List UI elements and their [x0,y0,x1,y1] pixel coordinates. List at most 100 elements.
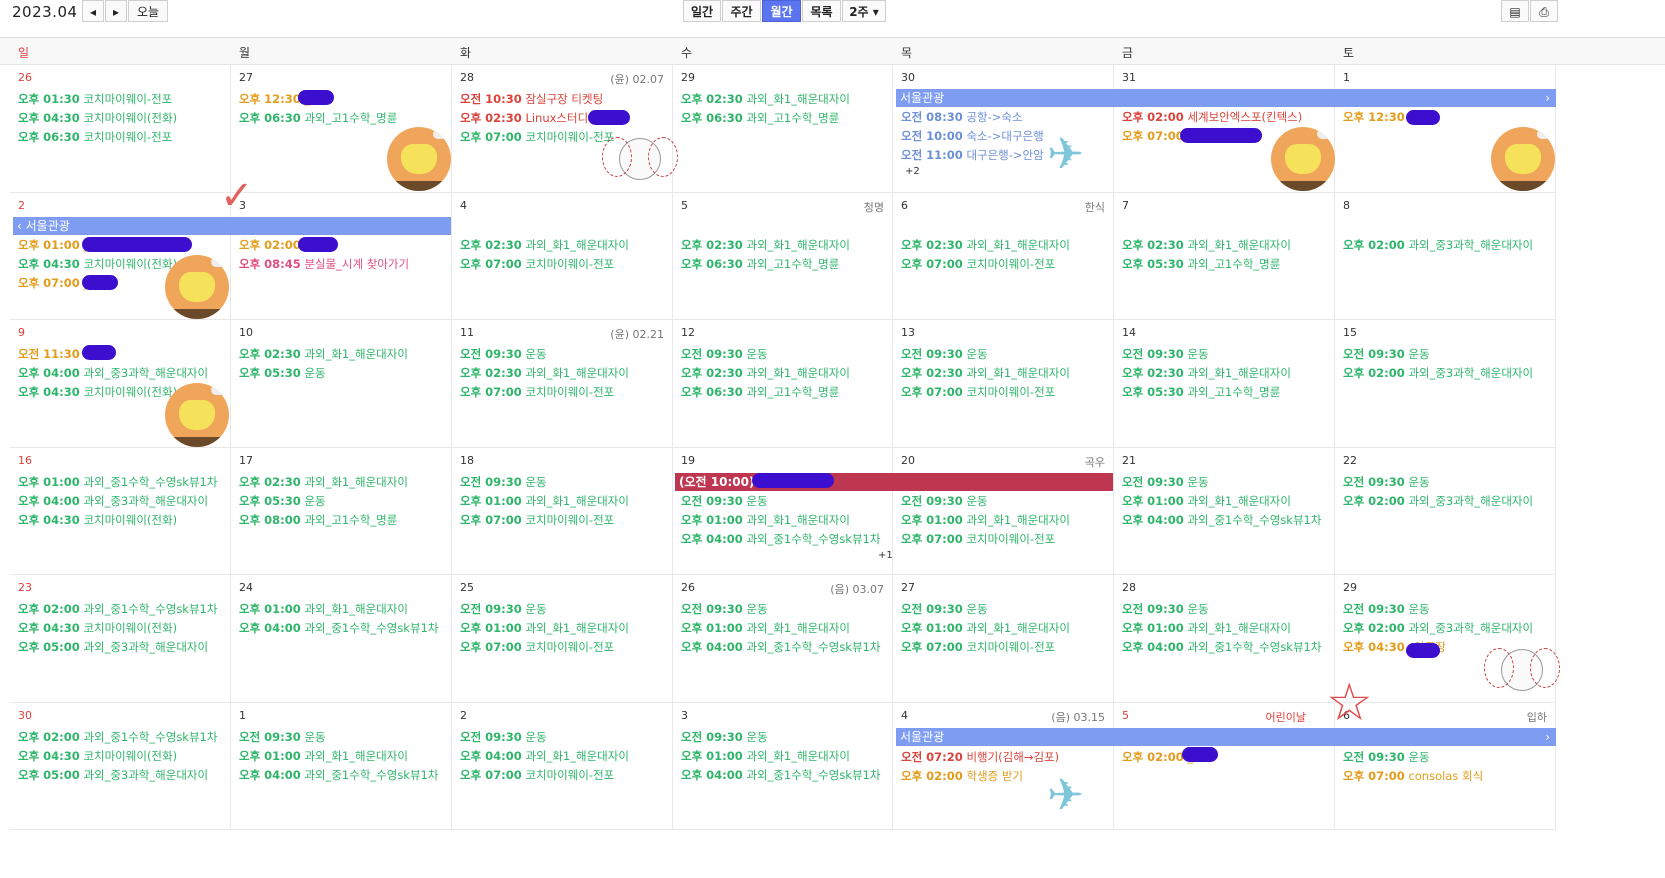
event-item[interactable]: 오후 02:30 과외_화1_해운대자이 [460,365,629,381]
event-item[interactable]: 오후 04:00 과외_중1수학_수영sk뷰1차 [681,531,880,547]
event-item[interactable]: 오후 02:30 과외_화1_해운대자이 [460,237,629,253]
event-item[interactable]: 오후 01:00 과외_화1_해운대자이 [460,493,629,509]
view-tab-4[interactable]: 목록 [802,0,841,22]
day-cell[interactable]: 3오후 02:00 야구오후 08:45 분실물_시계 찾아가기 [231,193,452,320]
event-item[interactable]: 오후 02:00 과외_중3과학_해운대자이 [1343,365,1533,381]
day-cell[interactable]: 25 오전 09:30 운동 오후 01:00 과외_화1_해운대자이 오후 07:0… [452,575,673,703]
event-item[interactable]: 오후 02:30 과외_화1_해운대자이 [681,237,850,253]
event-item[interactable]: 오후 01:00 과외_중1수학_수영sk뷰1차 [18,474,217,490]
event-item[interactable]: 오후 01:00 과외_화1_해운대자이 [681,748,850,764]
event-item[interactable]: 오후 01:00 과외_화1_해운대자이 [1122,620,1291,636]
event-item[interactable]: 오후 07:00 코치마이웨이-전포 [901,639,1055,655]
event-item[interactable]: 오후 02:30 과외_화1_해운대자이 [239,474,408,490]
event-item[interactable]: 오후 02:00 세계보안엑스포(킨텍스) [1122,109,1302,125]
day-cell[interactable]: 27 오전 09:30 운동 오후 01:00 과외_화1_해운대자이 오후 07:0… [893,575,1114,703]
event-item[interactable]: 오후 02:30 과외_화1_해운대자이 [901,237,1070,253]
event-item[interactable]: 오후 02:00 과외_중3과학_해운대자이 [1343,493,1533,509]
multi-day-event-bar[interactable]: ‹ 서울관광 [13,217,451,235]
event-item[interactable]: 오후 07:00 코치마이웨이-전포 [460,639,614,655]
view-tab-1[interactable]: 일간 [683,0,721,22]
event-item[interactable]: 오전 11:00 대구은행->안암 [901,147,1044,163]
event-item[interactable]: 오후 02:00 과외_중1수학_수영sk뷰1차 [18,729,217,745]
day-cell[interactable]: 29 오후 02:30 과외_화1_해운대자이 오후 06:30 과외_고1수학_명… [673,65,893,193]
day-cell[interactable]: 20 곡우 오전 09:30 운동 오후 01:00 과외_화1_해운대자이 오후 07… [893,448,1114,575]
event-item[interactable]: 오후 08:45 분실물_시계 찾아가기 [239,256,409,272]
event-item[interactable]: 오전 09:30 운동 [460,601,547,617]
event-item[interactable]: 오후 02:00 과외_중3과학_해운대자이 [1343,237,1533,253]
event-item[interactable]: 오후 06:30 코치마이웨이-전포 [18,129,172,145]
event-item[interactable]: 오후 04:30 코치마이웨이(전화) [18,256,177,272]
event-item[interactable]: 오후 04:30 코치마이웨이(전화) [18,748,177,764]
day-cell[interactable]: 4 오후 02:30 과외_화1_해운대자이 오후 07:00 코치마이웨이-전포 [452,193,673,320]
day-cell[interactable]: 21 오전 09:30 운동 오후 01:00 과외_화1_해운대자이 오후 04:0… [1114,448,1335,575]
day-cell[interactable]: 11 (윤) 02.21 오전 09:30 운동 오후 02:30 과외_화1_해운대… [452,320,673,448]
event-item[interactable]: 오후 05:00 과외_중3과학_해운대자이 [18,639,208,655]
view-tab-2[interactable]: 주간 [722,0,761,22]
event-item[interactable]: 오전 09:30 운동 [901,346,988,362]
view-tab-3[interactable]: 월간 [762,0,801,22]
event-item[interactable]: 오전 08:30 공항->숙소 [901,109,1023,125]
day-cell[interactable]: 28 오전 09:30 운동 오후 01:00 과외_화1_해운대자이 오후 04:0… [1114,575,1335,703]
event-item[interactable]: 오후 04:00 과외_중1수학_수영sk뷰1차 [239,767,438,783]
next-month-button[interactable]: ▸ [105,0,127,22]
day-cell[interactable]: 12 오전 09:30 운동 오후 02:30 과외_화1_해운대자이 오후 06:3… [673,320,893,448]
event-item[interactable]: 오후 02:30 과외_화1_해운대자이 [239,346,408,362]
day-cell[interactable]: 3 오전 09:30 운동 오후 01:00 과외_화1_해운대자이 오후 04:00… [673,703,893,830]
event-item[interactable]: 오전 10:00 숙소->대구은행 [901,128,1044,144]
event-item[interactable]: 오후 04:00 과외_중1수학_수영sk뷰1차 [1122,639,1321,655]
event-item[interactable]: 오전 09:30 운동 [460,729,547,745]
event-item[interactable]: 오후 04:30 코치마이웨이(전화) [18,512,177,528]
event-item[interactable]: 오후 06:30 과외_고1수학_명륜 [681,384,839,400]
day-cell[interactable]: 17 오후 02:30 과외_화1_해운대자이 오후 05:30 운동 오후 08:0… [231,448,452,575]
day-cell[interactable]: 8 오후 02:00 과외_중3과학_해운대자이 [1335,193,1556,320]
event-item[interactable]: 오후 04:30 코치마이웨이(전화) [18,110,177,126]
day-cell[interactable]: 23 오후 02:00 과외_중1수학_수영sk뷰1차 오후 04:30 코치마이웨… [10,575,231,703]
more-events-link[interactable]: +2 [905,166,920,177]
day-cell[interactable]: 16 오후 01:00 과외_중1수학_수영sk뷰1차 오후 04:00 과외_중3… [10,448,231,575]
event-item[interactable]: 오후 01:00 과외_화1_해운대자이 [681,512,850,528]
event-item[interactable]: 오후 04:30 코치마이웨이(전화) [18,384,177,400]
day-cell[interactable]: 30 오후 02:00 과외_중1수학_수영sk뷰1차 오후 04:30 코치마이웨… [10,703,231,830]
event-item[interactable]: 오전 09:30 운동 [1122,474,1209,490]
event-item[interactable]: 오후 01:00 과외_화1_해운대자이 [1122,493,1291,509]
day-cell[interactable]: 7 오후 02:30 과외_화1_해운대자이 오후 05:30 과외_고1수학_명륜 [1114,193,1335,320]
event-item[interactable]: 오후 01:00 과외_화1_해운대자이 [901,620,1070,636]
event-item[interactable]: 오후 05:30 운동 [239,365,326,381]
event-item[interactable]: 오후 07:00 코치마이웨이-전포 [901,384,1055,400]
event-item[interactable]: 오전 09:30 운동 [1343,601,1430,617]
event-item[interactable]: 오후 04:30 코치마이웨이(전화) [18,620,177,636]
day-cell[interactable]: 15 오전 09:30 운동 오후 02:00 과외_중3과학_해운대자이 [1335,320,1556,448]
day-cell[interactable]: 5 청명 오후 02:30 과외_화1_해운대자이 오후 06:30 과외_고1수학_… [673,193,893,320]
event-item[interactable]: 오후 02:30 과외_화1_해운대자이 [1122,365,1291,381]
event-item[interactable]: 오후 07:00 코치마이웨이-전포 [460,256,614,272]
more-events-link[interactable]: +1 [878,550,893,561]
event-item[interactable]: 오후 07:00 consolas 회식 [1343,768,1483,784]
day-cell[interactable]: 1 오전 09:30 운동 오후 01:00 과외_화1_해운대자이 오후 04:00… [231,703,452,830]
today-button[interactable]: 오늘 [128,0,168,22]
event-item[interactable]: 오후 05:30 과외_고1수학_명륜 [1122,256,1280,272]
event-item[interactable]: 오후 01:00 과외_화1_해운대자이 [681,620,850,636]
event-item[interactable]: 오전 09:30 운동 [681,346,768,362]
event-item[interactable]: 오전 10:30 잠실구장 티켓팅 [460,91,603,107]
event-item[interactable]: 오후 01:00 과외_화1_해운대자이 [460,620,629,636]
calendar-icon-button[interactable]: ▤ [1501,0,1529,22]
event-item[interactable]: 오후 04:00 과외_중3과학_해운대자이 [18,365,208,381]
event-item[interactable]: 오후 02:30 과외_화1_해운대자이 [681,365,850,381]
event-item[interactable]: 오후 02:00 과외_중1수학_수영sk뷰1차 [18,601,217,617]
day-cell[interactable]: 13 오전 09:30 운동 오후 02:30 과외_화1_해운대자이 오후 07:0… [893,320,1114,448]
event-item[interactable]: 오후 02:30 과외_화1_해운대자이 [1122,237,1291,253]
event-item[interactable]: 오후 02:30 과외_화1_해운대자이 [681,91,850,107]
event-item[interactable]: 오전 09:30 운동 [1343,474,1430,490]
day-cell[interactable]: 14 오전 09:30 운동 오후 02:30 과외_화1_해운대자이 오후 05:3… [1114,320,1335,448]
day-cell[interactable]: 26 (음) 03.07 오전 09:30 운동 오후 01:00 과외_화1_해운대… [673,575,893,703]
day-cell[interactable]: 24 오후 01:00 과외_화1_해운대자이 오후 04:00 과외_중1수학_수… [231,575,452,703]
day-cell[interactable]: 6 한식 오후 02:30 과외_화1_해운대자이 오후 07:00 코치마이웨이-전… [893,193,1114,320]
event-item[interactable]: 오전 09:30 운동 [1343,749,1430,765]
event-item[interactable]: 오후 05:00 과외_중3과학_해운대자이 [18,767,208,783]
event-item[interactable]: 오후 04:00 과외_중1수학_수영sk뷰1차 [239,620,438,636]
event-item[interactable]: 오전 09:30 운동 [901,493,988,509]
event-item[interactable]: 오전 09:30 운동 [1122,346,1209,362]
day-cell[interactable]: 10 오후 02:30 과외_화1_해운대자이 오후 05:30 운동 [231,320,452,448]
event-bar[interactable]: (오전 10:00) [675,473,1113,491]
event-item[interactable]: 오후 05:30 과외_고1수학_명륜 [1122,384,1280,400]
